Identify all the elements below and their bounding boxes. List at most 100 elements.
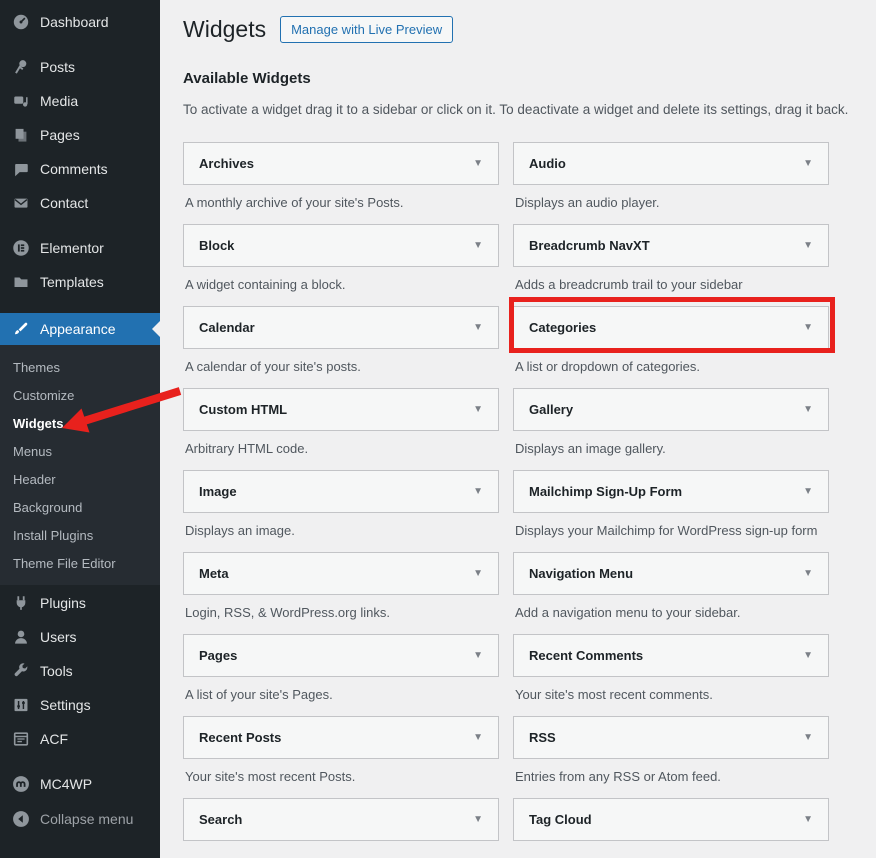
widget-title: Meta [199,566,229,581]
widget-pages[interactable]: Pages ▼ [183,634,499,677]
sidebar-item-contact[interactable]: Contact [0,186,160,220]
submenu-item-widgets[interactable]: Widgets [0,409,160,437]
submenu-item-header[interactable]: Header [0,465,160,493]
widget-audio[interactable]: Audio ▼ [513,142,829,185]
sliders-icon [10,695,32,715]
sidebar-item-tools[interactable]: Tools [0,654,160,688]
widget-recent-posts[interactable]: Recent Posts ▼ [183,716,499,759]
widget-description: Displays an audio player. [513,195,829,211]
sidebar-item-posts[interactable]: Posts [0,50,160,84]
available-widgets-description: To activate a widget drag it to a sideba… [183,102,876,117]
collapse-arrow-icon [10,809,32,829]
widget-custom-html[interactable]: Custom HTML ▼ [183,388,499,431]
widget-cell: Pages ▼ A list of your site's Pages. [183,634,499,703]
sidebar-item-mc4wp[interactable]: MC4WP [0,767,160,801]
widget-title: Image [199,484,237,499]
widget-title: Breadcrumb NavXT [529,238,650,253]
widget-description: A list of your site's Pages. [183,687,499,703]
widget-recent-comments[interactable]: Recent Comments ▼ [513,634,829,677]
widget-tag-cloud[interactable]: Tag Cloud ▼ [513,798,829,841]
submenu-label: Install Plugins [13,528,93,543]
widget-cell: Mailchimp Sign-Up Form ▼ Displays your M… [513,470,829,539]
chevron-down-icon[interactable]: ▼ [473,405,483,415]
admin-sidebar: Dashboard Posts Media Pages Comments Con… [0,0,160,858]
sidebar-item-elementor[interactable]: Elementor [0,231,160,265]
submenu-item-customize[interactable]: Customize [0,381,160,409]
chevron-down-icon[interactable]: ▼ [473,159,483,169]
appearance-submenu: Themes Customize Widgets Menus Header Ba… [0,345,160,585]
widget-cell: RSS ▼ Entries from any RSS or Atom feed. [513,716,829,785]
chevron-down-icon[interactable]: ▼ [473,569,483,579]
widget-navigation-menu[interactable]: Navigation Menu ▼ [513,552,829,595]
widget-cell: Block ▼ A widget containing a block. [183,224,499,293]
widget-title: Tag Cloud [529,812,592,827]
widget-cell: Archives ▼ A monthly archive of your sit… [183,142,499,211]
widget-rss[interactable]: RSS ▼ [513,716,829,759]
sidebar-item-pages[interactable]: Pages [0,118,160,152]
sidebar-item-users[interactable]: Users [0,620,160,654]
widget-cell: Categories ▼ A list or dropdown of categ… [513,306,829,375]
chevron-down-icon[interactable]: ▼ [803,323,813,333]
chevron-down-icon[interactable]: ▼ [803,159,813,169]
manage-live-preview-button[interactable]: Manage with Live Preview [280,16,453,43]
widget-search[interactable]: Search ▼ [183,798,499,841]
pushpin-icon [10,57,32,77]
comment-bubble-icon [10,159,32,179]
plug-icon [10,593,32,613]
widget-cell: Recent Comments ▼ Your site's most recen… [513,634,829,703]
widget-archives[interactable]: Archives ▼ [183,142,499,185]
widget-meta[interactable]: Meta ▼ [183,552,499,595]
sidebar-item-templates[interactable]: Templates [0,265,160,299]
chevron-down-icon[interactable]: ▼ [803,405,813,415]
widget-block[interactable]: Block ▼ [183,224,499,267]
elementor-icon [10,238,32,258]
sidebar-item-label: Plugins [40,595,86,611]
submenu-item-theme-file-editor[interactable]: Theme File Editor [0,549,160,577]
widget-title: Recent Comments [529,648,643,663]
widget-breadcrumb-navxt[interactable]: Breadcrumb NavXT ▼ [513,224,829,267]
widget-title: Recent Posts [199,730,281,745]
chevron-down-icon[interactable]: ▼ [473,323,483,333]
chevron-down-icon[interactable]: ▼ [473,241,483,251]
widget-description: Entries from any RSS or Atom feed. [513,769,829,785]
chevron-down-icon[interactable]: ▼ [803,487,813,497]
submenu-label: Widgets [13,416,63,431]
chevron-down-icon[interactable]: ▼ [803,651,813,661]
sidebar-item-label: Settings [40,697,91,713]
widget-gallery[interactable]: Gallery ▼ [513,388,829,431]
sidebar-item-label: Collapse menu [40,811,133,827]
sidebar-item-acf[interactable]: ACF [0,722,160,756]
sidebar-item-media[interactable]: Media [0,84,160,118]
chevron-down-icon[interactable]: ▼ [803,569,813,579]
submenu-item-install-plugins[interactable]: Install Plugins [0,521,160,549]
widget-description: A list or dropdown of categories. [513,359,829,375]
submenu-item-themes[interactable]: Themes [0,353,160,381]
chevron-down-icon[interactable]: ▼ [473,815,483,825]
sidebar-item-label: Posts [40,59,75,75]
widget-description: Your site's most recent Posts. [183,769,499,785]
sidebar-item-label: ACF [40,731,68,747]
chevron-down-icon[interactable]: ▼ [803,815,813,825]
sidebar-item-collapse-menu[interactable]: Collapse menu [0,802,160,836]
submenu-item-background[interactable]: Background [0,493,160,521]
widget-image[interactable]: Image ▼ [183,470,499,513]
page-title: Widgets [183,16,266,43]
widget-cell: Tag Cloud ▼ [513,798,829,841]
submenu-item-menus[interactable]: Menus [0,437,160,465]
sidebar-item-appearance[interactable]: Appearance [0,313,160,345]
chevron-down-icon[interactable]: ▼ [473,733,483,743]
main-content: Widgets Manage with Live Preview Availab… [160,0,876,858]
sidebar-item-comments[interactable]: Comments [0,152,160,186]
chevron-down-icon[interactable]: ▼ [473,651,483,661]
widget-title: Archives [199,156,254,171]
widget-description: Displays an image gallery. [513,441,829,457]
chevron-down-icon[interactable]: ▼ [803,733,813,743]
chevron-down-icon[interactable]: ▼ [803,241,813,251]
sidebar-item-dashboard[interactable]: Dashboard [0,5,160,39]
sidebar-item-settings[interactable]: Settings [0,688,160,722]
widget-calendar[interactable]: Calendar ▼ [183,306,499,349]
widget-categories[interactable]: Categories ▼ [513,306,829,349]
chevron-down-icon[interactable]: ▼ [473,487,483,497]
widget-mailchimp-signup-form[interactable]: Mailchimp Sign-Up Form ▼ [513,470,829,513]
sidebar-item-plugins[interactable]: Plugins [0,586,160,620]
